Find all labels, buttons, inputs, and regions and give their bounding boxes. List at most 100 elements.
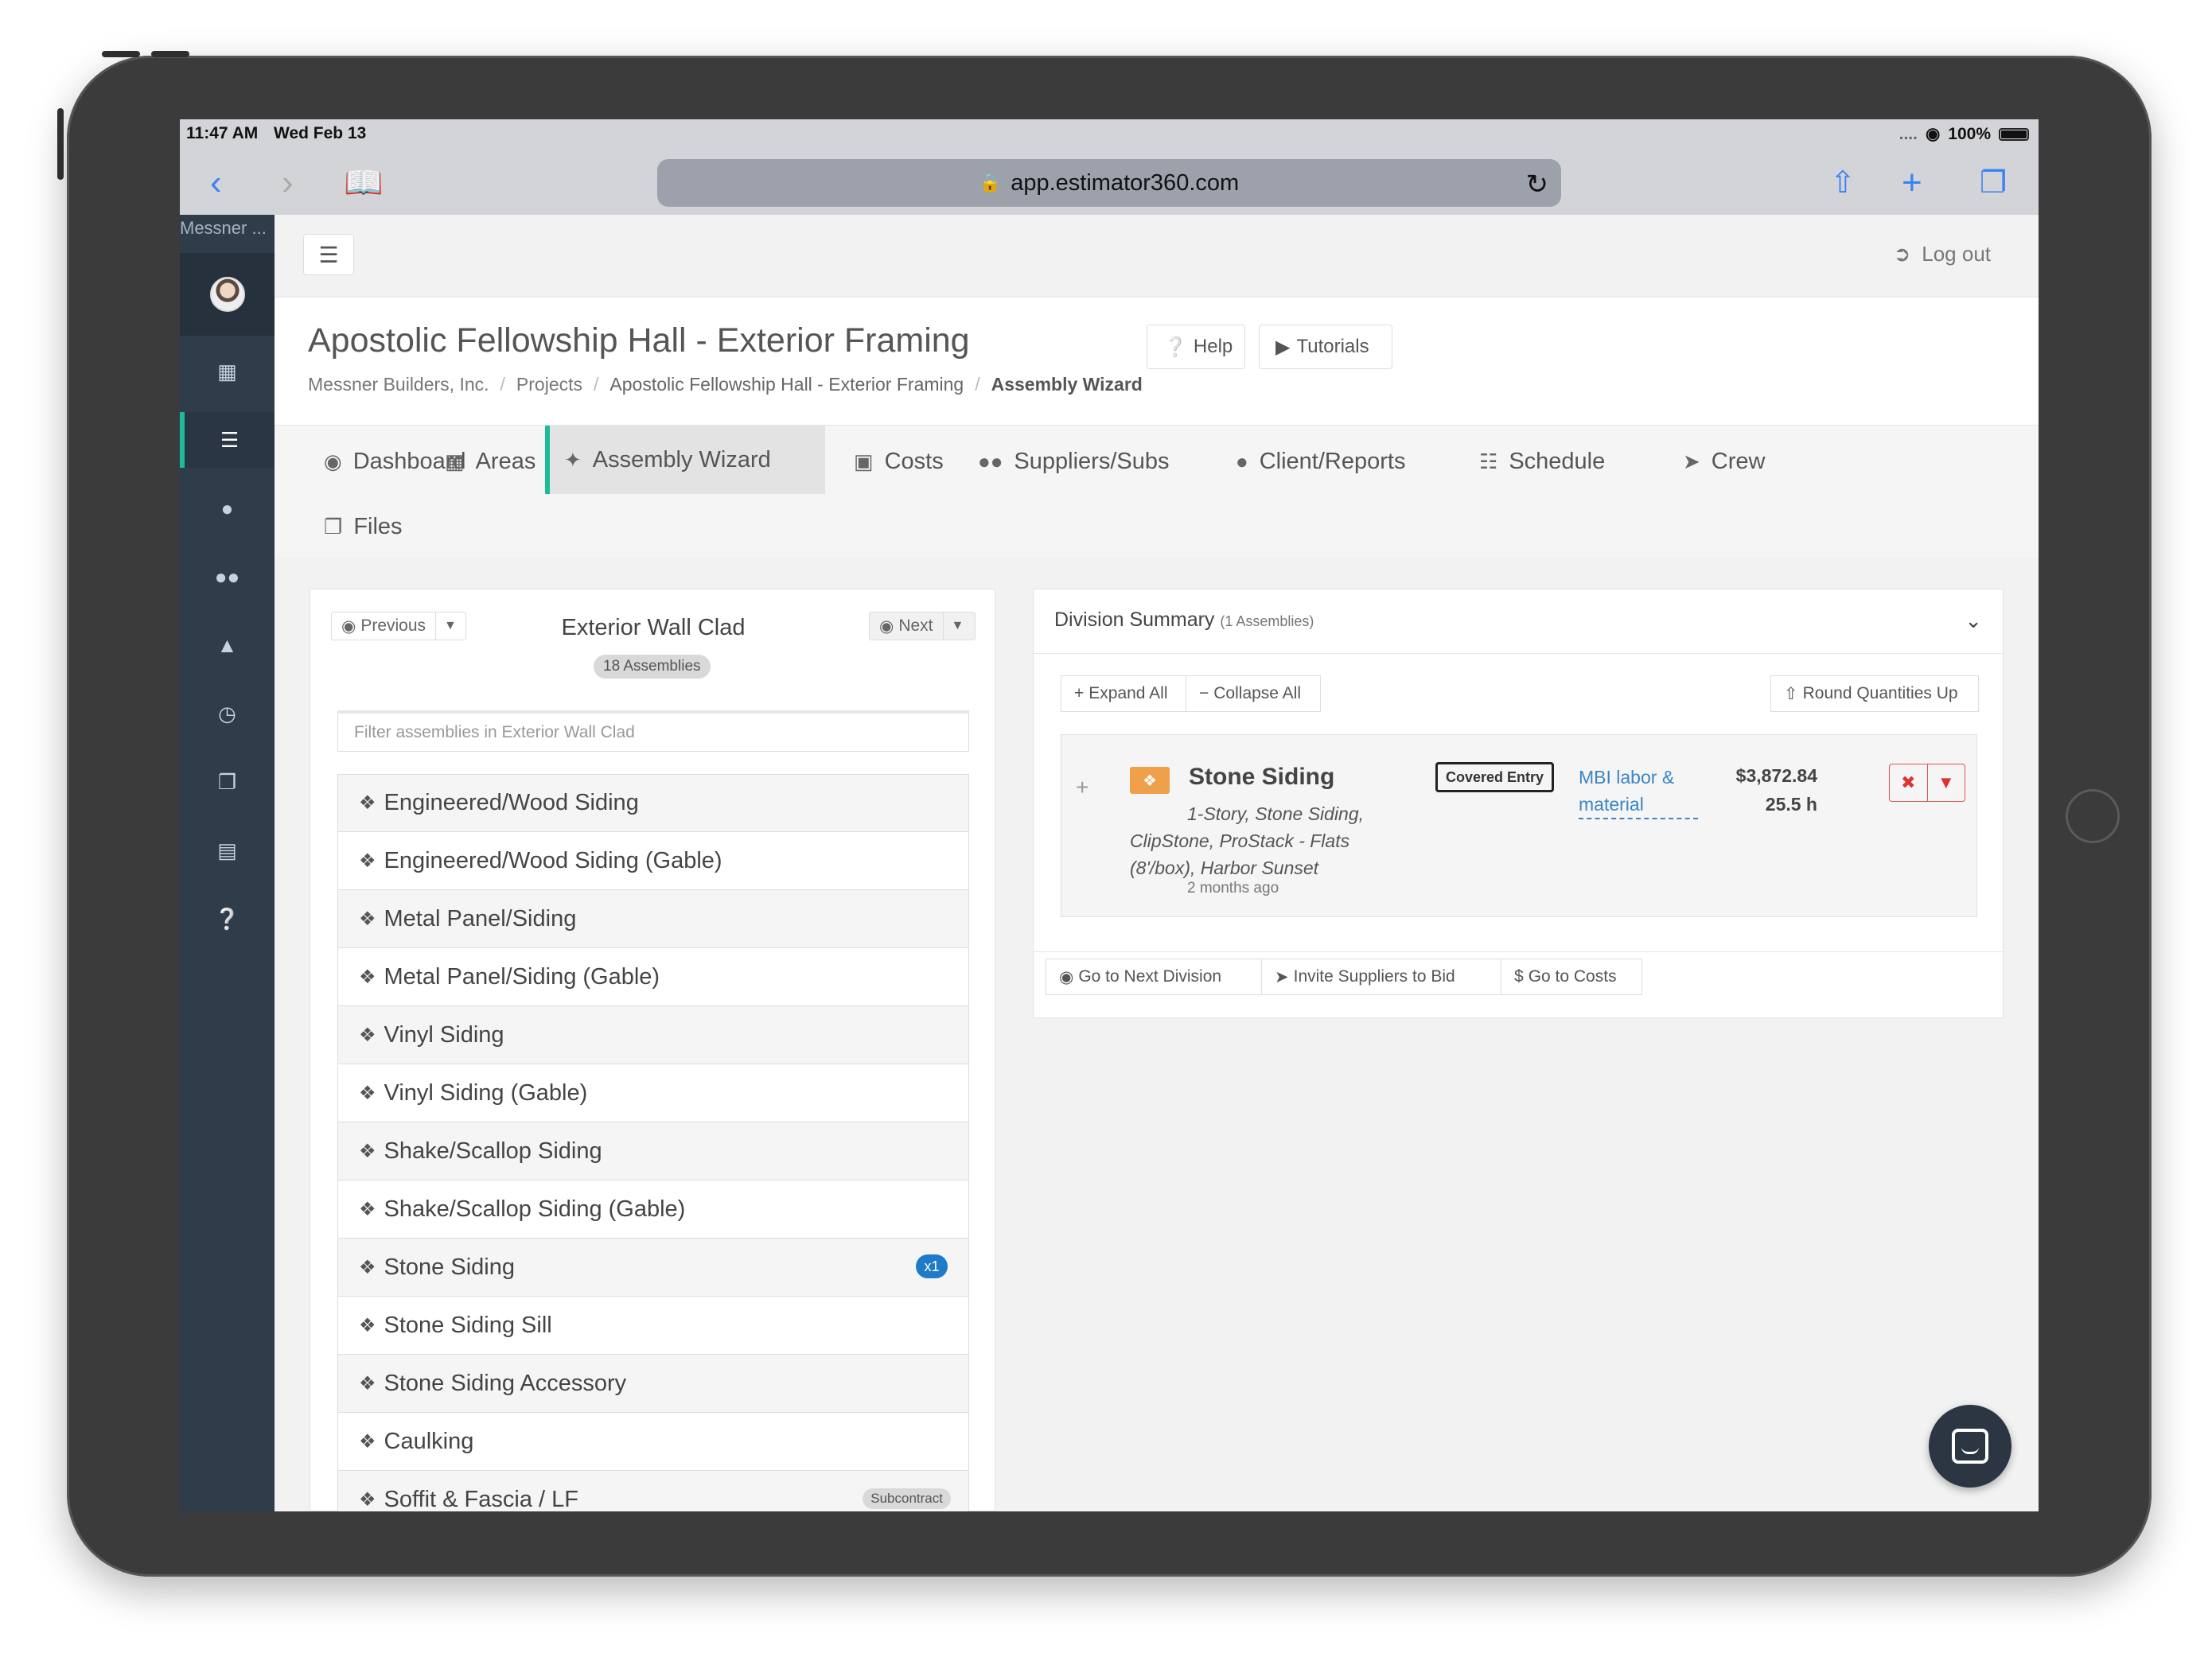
list-item[interactable]: ❖ Metal Panel/Siding — [337, 890, 969, 948]
tab-areas[interactable]: ▦ Areas — [430, 429, 550, 494]
dashboard-icon: ◉ — [324, 449, 342, 473]
paper-plane-icon: ➤ — [1275, 967, 1289, 986]
sidebar-item-dashboard[interactable]: ▦ — [180, 344, 275, 399]
reload-icon[interactable]: ↻ — [1526, 169, 1549, 200]
page-title: Apostolic Fellowship Hall - Exterior Fra… — [308, 321, 970, 360]
next-label: Next — [898, 616, 933, 635]
tab-label: Assembly Wizard — [592, 446, 771, 473]
browser-toolbar: ‹ › 📖 🔒 app.estimator360.com ↻ ⇧ + ❐ — [180, 150, 2039, 216]
go-to-costs-button[interactable]: $ Go to Costs — [1501, 959, 1642, 995]
sidebar-item-team[interactable]: ●● — [180, 549, 275, 605]
tab-assembly-wizard[interactable]: ✦ Assembly Wizard — [545, 426, 825, 494]
tab-crew[interactable]: ➤ Crew — [1669, 429, 1779, 494]
chevron-down-icon[interactable]: ⌄ — [1965, 609, 1982, 633]
help-button[interactable]: ❔ Help — [1147, 325, 1245, 369]
round-up-label: Round Quantities Up — [1802, 684, 1958, 702]
close-icon[interactable]: ✖ — [1890, 764, 1928, 801]
list-item[interactable]: ❖ Shake/Scallop Siding (Gable) — [337, 1180, 969, 1239]
wifi-icon: ◉ — [1925, 125, 1941, 143]
signal-indicator: .... — [1899, 124, 1918, 143]
round-quantities-button[interactable]: ⇧ Round Quantities Up — [1770, 675, 1979, 712]
cubes-icon: ❖ — [359, 1314, 376, 1336]
list-item-label: Stone Siding Sill — [384, 1312, 552, 1338]
tabs-icon[interactable]: ❐ — [1980, 165, 2007, 200]
go-to-next-division-button[interactable]: ◉ Go to Next Division — [1046, 959, 1262, 995]
share-icon[interactable]: ⇧ — [1830, 165, 1856, 200]
breadcrumb-projects[interactable]: Projects — [516, 374, 582, 395]
area-tag[interactable]: Covered Entry — [1435, 762, 1555, 792]
list-item[interactable]: ❖ Stone Siding Accessory — [337, 1355, 969, 1413]
next-division-button[interactable]: ◉ Next ▼ — [869, 612, 976, 640]
list-item[interactable]: ❖ Shake/Scallop Siding — [337, 1122, 969, 1180]
tab-schedule[interactable]: ☷ Schedule — [1465, 429, 1619, 494]
collapse-all-button[interactable]: − Collapse All — [1186, 675, 1321, 712]
cubes-icon: ❖ — [359, 1488, 376, 1511]
assembly-picker-panel: ◉ Previous ▼ Exterior Wall Clad 18 Assemb… — [310, 589, 995, 1511]
tab-suppliers[interactable]: ●● Suppliers/Subs — [964, 429, 1183, 494]
expand-all-button[interactable]: + Expand All — [1061, 675, 1186, 712]
tab-client-reports[interactable]: ● Client/Reports — [1221, 429, 1419, 494]
selected-count-badge: x1 — [916, 1254, 948, 1278]
sidebar-item-history[interactable]: ◷ — [180, 686, 275, 741]
list-item[interactable]: ❖ Soffit & Fascia / LF Subcontract — [337, 1471, 969, 1511]
status-bar: 11:47 AM Wed Feb 13 .... ◉ 100% — [180, 119, 2039, 150]
tutorials-button[interactable]: ▶ Tutorials — [1259, 325, 1392, 369]
avatar[interactable] — [210, 277, 245, 312]
cubes-icon: ❖ — [359, 966, 376, 988]
menu-toggle-button[interactable]: ☰ — [303, 234, 354, 275]
list-item[interactable]: ❖ Stone Siding x1 — [337, 1239, 969, 1297]
cost-source-link[interactable]: MBI labor & material — [1579, 764, 1698, 819]
chevron-down-icon[interactable]: ▼ — [942, 613, 972, 640]
next-button-main[interactable]: ◉ Next — [870, 613, 943, 640]
new-tab-icon[interactable]: + — [1902, 165, 1922, 200]
list-item[interactable]: ❖ Engineered/Wood Siding — [337, 774, 969, 832]
logout-icon: ➲ — [1893, 242, 1911, 266]
sidebar-item-files[interactable]: ❐ — [180, 754, 275, 810]
list-item-label: Stone Siding — [384, 1254, 515, 1280]
breadcrumb-company[interactable]: Messner Builders, Inc. — [308, 374, 489, 395]
tab-files[interactable]: ❐ Files — [310, 494, 417, 559]
address-bar[interactable]: 🔒 app.estimator360.com ↻ — [657, 159, 1561, 207]
list-item[interactable]: ❖ Metal Panel/Siding (Gable) — [337, 948, 969, 1006]
sidebar-item-contacts[interactable]: ● — [180, 480, 275, 536]
help-label: Help — [1193, 336, 1233, 357]
sidebar-item-projects[interactable]: ☰ — [180, 412, 275, 468]
tab-costs[interactable]: ▣ Costs — [839, 429, 958, 494]
list-item[interactable]: ❖ Caulking — [337, 1413, 969, 1471]
logout-link[interactable]: ➲ Log out — [1893, 242, 1991, 266]
chevron-down-icon[interactable]: ▼ — [1928, 764, 1965, 801]
forward-icon[interactable]: › — [282, 165, 294, 200]
list-item[interactable]: ❖ Vinyl Siding — [337, 1006, 969, 1064]
list-item-label: Shake/Scallop Siding — [384, 1138, 602, 1164]
breadcrumb-project[interactable]: Apostolic Fellowship Hall - Exterior Fra… — [609, 374, 964, 395]
list-icon: ☰ — [220, 427, 240, 452]
division-summary-header[interactable]: Division Summary (1 Assemblies) ⌄ — [1034, 589, 2003, 654]
sidebar-item-help[interactable]: ❔ — [180, 891, 275, 947]
bookmarks-icon[interactable]: 📖 — [344, 165, 384, 200]
list-item-label: Caulking — [384, 1428, 474, 1454]
clock-icon: ◷ — [218, 701, 236, 725]
go-costs-label: Go to Costs — [1528, 967, 1617, 986]
list-item[interactable]: ❖ Vinyl Siding (Gable) — [337, 1064, 969, 1122]
breadcrumb-separator: / — [594, 374, 599, 395]
chat-launcher-button[interactable] — [1929, 1405, 2011, 1488]
back-icon[interactable]: ‹ — [210, 165, 222, 200]
tab-label: Costs — [884, 448, 944, 474]
sidebar-item-reports[interactable]: ▲ — [180, 617, 275, 673]
expand-plus-icon[interactable]: + — [1076, 775, 1088, 800]
list-item-label: Metal Panel/Siding — [384, 905, 577, 932]
list-item[interactable]: ❖ Stone Siding Sill — [337, 1297, 969, 1355]
tab-label: Schedule — [1509, 448, 1606, 474]
cubes-icon: ❖ — [359, 1372, 376, 1394]
remove-assembly-group: ✖ ▼ — [1889, 764, 1965, 802]
filter-assemblies-input[interactable] — [337, 710, 969, 752]
chat-icon — [1952, 1429, 1988, 1464]
assembly-timestamp: 2 months ago — [1187, 880, 1279, 897]
list-item-label: Shake/Scallop Siding (Gable) — [384, 1196, 686, 1222]
invite-suppliers-button[interactable]: ➤ Invite Suppliers to Bid — [1261, 959, 1501, 995]
list-item[interactable]: ❖ Engineered/Wood Siding (Gable) — [337, 832, 969, 890]
hardware-button — [151, 51, 189, 57]
cubes-icon: ❖ — [359, 1430, 376, 1453]
cubes-icon: ❖ — [359, 850, 376, 872]
sidebar-item-billing[interactable]: ▤ — [180, 823, 275, 878]
